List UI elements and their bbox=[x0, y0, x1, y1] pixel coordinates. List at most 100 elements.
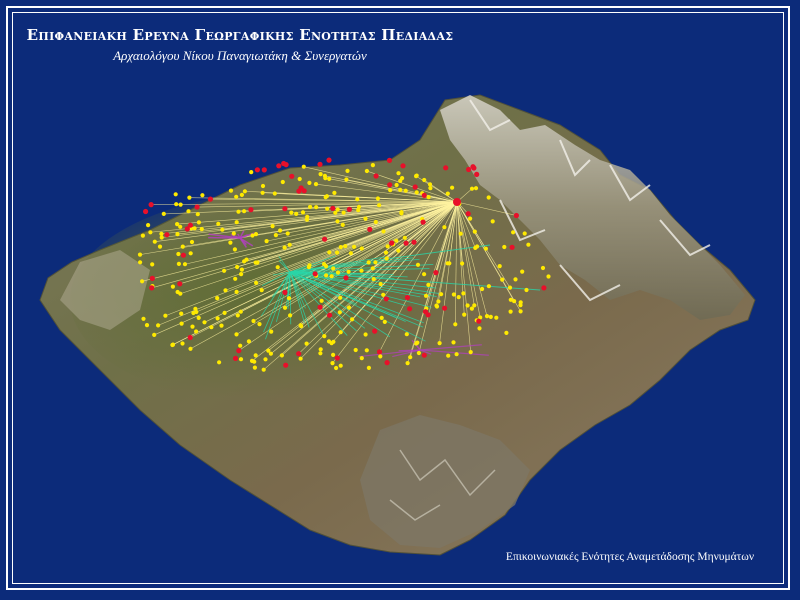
site-dot bbox=[260, 190, 265, 195]
site-dot bbox=[524, 287, 529, 293]
site-dot bbox=[356, 204, 362, 209]
site-dot bbox=[323, 195, 328, 200]
site-dot bbox=[148, 230, 153, 235]
site-dot bbox=[405, 361, 410, 366]
site-dot bbox=[322, 334, 327, 339]
site-dot bbox=[216, 221, 221, 226]
site-dot bbox=[403, 188, 408, 193]
site-dot bbox=[298, 323, 303, 328]
site-dot bbox=[508, 309, 513, 314]
site-dot bbox=[199, 227, 204, 232]
site-dot bbox=[421, 352, 427, 358]
site-dot bbox=[469, 186, 475, 191]
site-dot bbox=[194, 329, 199, 334]
site-dot bbox=[313, 182, 319, 187]
site-dot bbox=[322, 262, 327, 267]
site-dot bbox=[259, 288, 264, 293]
site-dot bbox=[436, 299, 441, 304]
site-dot bbox=[398, 178, 403, 183]
site-dot bbox=[447, 261, 452, 266]
site-dot bbox=[383, 250, 389, 255]
site-dot bbox=[333, 210, 338, 215]
site-dot bbox=[353, 347, 358, 353]
site-dot bbox=[338, 295, 343, 300]
site-dot bbox=[330, 205, 336, 211]
site-dot bbox=[373, 219, 378, 225]
site-dot bbox=[188, 251, 193, 256]
site-dot bbox=[304, 341, 309, 346]
site-dot bbox=[359, 268, 364, 273]
site-dot bbox=[232, 247, 237, 252]
site-dot bbox=[367, 226, 373, 232]
site-dot bbox=[331, 266, 336, 271]
site-dot bbox=[239, 267, 244, 272]
site-dot bbox=[484, 314, 490, 319]
site-dot bbox=[378, 281, 383, 287]
site-dot bbox=[421, 192, 427, 198]
site-dot bbox=[322, 236, 328, 242]
site-dot bbox=[513, 212, 520, 219]
site-dot bbox=[248, 207, 254, 213]
site-dot bbox=[450, 185, 455, 190]
site-dot bbox=[394, 182, 399, 188]
site-dot bbox=[359, 356, 364, 361]
site-dot bbox=[494, 315, 499, 320]
site-dot bbox=[305, 214, 310, 219]
site-dot bbox=[384, 360, 390, 366]
site-dot bbox=[343, 244, 348, 249]
site-dot bbox=[480, 286, 485, 292]
site-dot bbox=[327, 176, 332, 181]
site-dot bbox=[286, 296, 292, 301]
site-dot bbox=[373, 260, 378, 265]
site-dot bbox=[408, 355, 413, 360]
site-dot bbox=[327, 250, 332, 255]
site-dot bbox=[178, 202, 183, 207]
site-dot bbox=[366, 365, 371, 370]
site-dot bbox=[326, 157, 332, 163]
site-dot bbox=[389, 240, 395, 246]
site-dot bbox=[307, 263, 312, 268]
site-dot bbox=[294, 211, 299, 216]
site-dot bbox=[314, 205, 319, 210]
site-dot bbox=[215, 296, 220, 301]
site-dot bbox=[335, 270, 341, 275]
site-dot bbox=[468, 216, 473, 221]
site-dot bbox=[472, 303, 477, 308]
site-dot bbox=[164, 232, 170, 238]
site-dot bbox=[483, 246, 488, 251]
site-dot bbox=[307, 180, 312, 185]
site-dot bbox=[402, 235, 407, 240]
site-dot bbox=[375, 196, 380, 201]
site-dot bbox=[334, 355, 340, 361]
site-dot bbox=[330, 361, 335, 366]
site-dot bbox=[196, 315, 201, 320]
site-dot bbox=[249, 170, 254, 175]
site-dot bbox=[520, 269, 525, 274]
site-dot bbox=[193, 306, 198, 311]
site-dot bbox=[175, 289, 180, 295]
site-dot bbox=[399, 211, 404, 216]
site-dot bbox=[340, 222, 345, 227]
site-dot bbox=[458, 231, 463, 236]
site-dot bbox=[297, 176, 302, 182]
site-dot bbox=[223, 288, 228, 293]
site-dot bbox=[370, 163, 375, 168]
site-dot bbox=[474, 171, 480, 177]
site-dot bbox=[182, 262, 188, 267]
site-dot bbox=[234, 220, 239, 225]
site-dot bbox=[414, 173, 419, 178]
site-dot bbox=[242, 209, 247, 214]
site-dot bbox=[385, 244, 390, 249]
site-dot bbox=[300, 210, 306, 215]
site-dot bbox=[332, 190, 337, 195]
site-dot bbox=[468, 350, 473, 355]
site-dot bbox=[200, 193, 205, 198]
site-dot bbox=[273, 233, 278, 238]
site-dot bbox=[415, 262, 421, 267]
site-dot bbox=[187, 334, 193, 341]
site-dot bbox=[261, 167, 267, 173]
site-dot bbox=[364, 348, 369, 353]
site-dot bbox=[246, 339, 251, 344]
site-dot bbox=[486, 284, 491, 289]
site-dot bbox=[352, 244, 357, 249]
